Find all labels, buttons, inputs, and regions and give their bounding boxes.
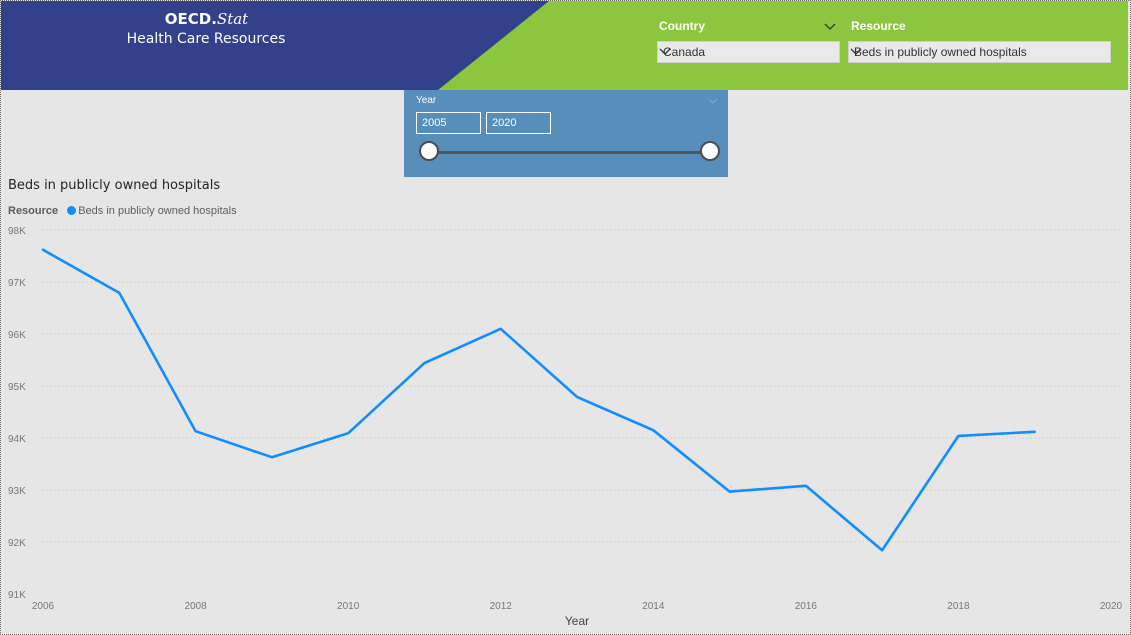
y-tick-label: 98K	[8, 226, 26, 237]
y-tick-label: 91K	[8, 590, 26, 601]
x-tick-label: 2008	[184, 601, 207, 612]
data-point[interactable]	[419, 358, 429, 368]
y-tick-label: 94K	[8, 434, 26, 445]
data-point[interactable]	[496, 324, 506, 334]
y-axis: 98K 97K 96K 95K 94K 93K 92K 91K	[8, 226, 26, 601]
y-tick-label: 96K	[8, 330, 26, 341]
y-tick-label: 92K	[8, 538, 26, 549]
y-tick-label: 93K	[8, 486, 26, 497]
x-tick-label: 2016	[795, 601, 818, 612]
x-tick-label: 2018	[947, 601, 970, 612]
chart-gridlines	[43, 229, 1123, 543]
data-point[interactable]	[572, 392, 582, 402]
data-point[interactable]	[877, 545, 887, 555]
data-point[interactable]	[343, 428, 353, 438]
line-chart: 98K 97K 96K 95K 94K 93K 92K 91K 2006 2008 2010 201…	[8, 226, 1123, 628]
data-point[interactable]	[953, 431, 963, 441]
x-tick-label: 2012	[490, 601, 513, 612]
data-point[interactable]	[725, 487, 735, 497]
x-tick-label: 2020	[1100, 601, 1123, 612]
x-tick-label: 2006	[32, 601, 55, 612]
x-axis-title: Year	[565, 614, 589, 628]
chart-series	[38, 245, 1040, 555]
data-point[interactable]	[801, 481, 811, 491]
series-line[interactable]	[41, 248, 1036, 552]
x-tick-label: 2014	[642, 601, 665, 612]
data-point[interactable]	[1030, 427, 1040, 437]
x-tick-label: 2010	[337, 601, 360, 612]
data-point[interactable]	[38, 245, 48, 255]
data-point[interactable]	[267, 452, 277, 462]
data-point[interactable]	[191, 426, 201, 436]
x-axis: 2006 2008 2010 2012 2014 2016 2018 2020	[32, 601, 1123, 612]
y-tick-label: 97K	[8, 278, 26, 289]
data-point[interactable]	[648, 425, 658, 435]
data-point[interactable]	[114, 288, 124, 298]
y-tick-label: 95K	[8, 382, 26, 393]
